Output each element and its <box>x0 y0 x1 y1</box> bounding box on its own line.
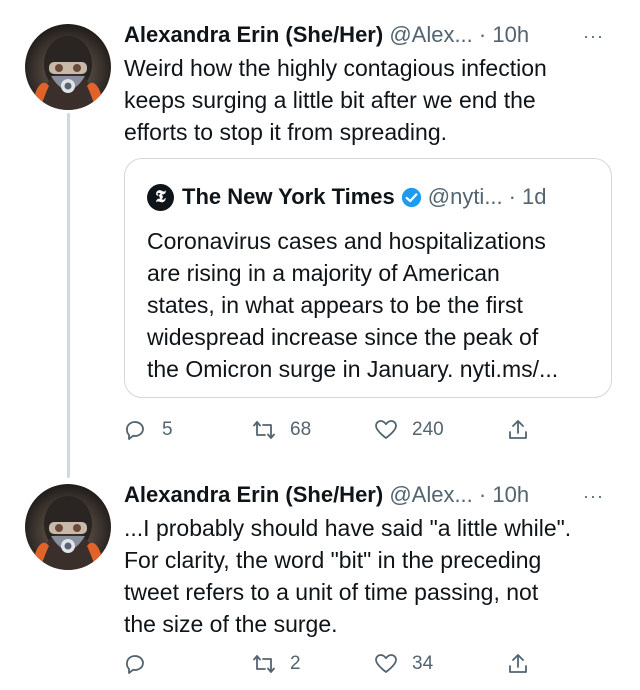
share-button[interactable] <box>506 652 544 676</box>
share-icon <box>509 420 527 439</box>
tweet-header: Alexandra Erin (She/Her) @Alex... · 10h <box>124 20 529 50</box>
separator-dot: · <box>478 22 487 47</box>
retweet-button[interactable]: 68 <box>252 418 311 442</box>
more-icon[interactable]: ··· <box>583 486 604 506</box>
retweet-count: 68 <box>290 419 312 440</box>
retweet-button[interactable]: 2 <box>252 652 301 676</box>
avatar[interactable] <box>25 484 111 570</box>
reply-icon <box>126 655 144 674</box>
like-button[interactable]: 34 <box>374 652 433 676</box>
verified-badge-icon <box>401 187 421 207</box>
timestamp[interactable]: 10h <box>492 22 529 47</box>
tweet-actions: 2 34 <box>124 652 544 678</box>
tweet-text: Weird how the highly contagious infectio… <box>124 55 547 145</box>
quoted-timestamp[interactable]: 1d <box>522 183 546 211</box>
tweet-header: Alexandra Erin (She/Her) @Alex... · 10h <box>124 480 529 510</box>
like-count: 240 <box>412 419 444 440</box>
quoted-tweet[interactable]: 𝕿 The New York Times @nyti... · 1d Coron… <box>124 158 612 398</box>
timestamp[interactable]: 10h <box>492 482 529 507</box>
quoted-tweet-text: Coronavirus cases and hospitalizations a… <box>147 228 559 382</box>
separator-dot: · <box>478 482 487 507</box>
retweet-count: 2 <box>290 653 301 674</box>
author-name[interactable]: Alexandra Erin (She/Her) <box>124 22 383 47</box>
reply-count: 5 <box>162 419 173 440</box>
retweet-icon <box>253 421 275 439</box>
reply-button[interactable] <box>124 652 162 676</box>
tweet-text: ...I probably should have said "a little… <box>124 515 572 637</box>
separator-dot: · <box>508 184 516 209</box>
reply-icon <box>126 421 144 440</box>
avatar[interactable] <box>25 24 111 110</box>
author-handle[interactable]: @Alex... <box>389 22 472 47</box>
retweet-icon <box>253 655 275 673</box>
reply-button[interactable]: 5 <box>124 418 173 442</box>
quoted-tweet-header: 𝕿 The New York Times @nyti... · 1d <box>147 183 546 211</box>
quoted-author-name[interactable]: The New York Times <box>182 183 395 211</box>
author-name[interactable]: Alexandra Erin (She/Her) <box>124 482 383 507</box>
nyt-logo-icon: 𝕿 <box>147 183 174 211</box>
author-handle[interactable]: @Alex... <box>389 482 472 507</box>
share-icon <box>509 654 527 673</box>
like-count: 34 <box>412 653 434 674</box>
tweet-actions: 5 68 240 <box>124 418 544 444</box>
like-icon <box>375 654 397 673</box>
quoted-author-handle[interactable]: @nyti... <box>428 183 503 211</box>
like-button[interactable]: 240 <box>374 418 444 442</box>
thread-connector-line <box>67 113 70 478</box>
share-button[interactable] <box>506 418 544 442</box>
more-icon[interactable]: ··· <box>583 26 604 46</box>
like-icon <box>375 420 397 439</box>
